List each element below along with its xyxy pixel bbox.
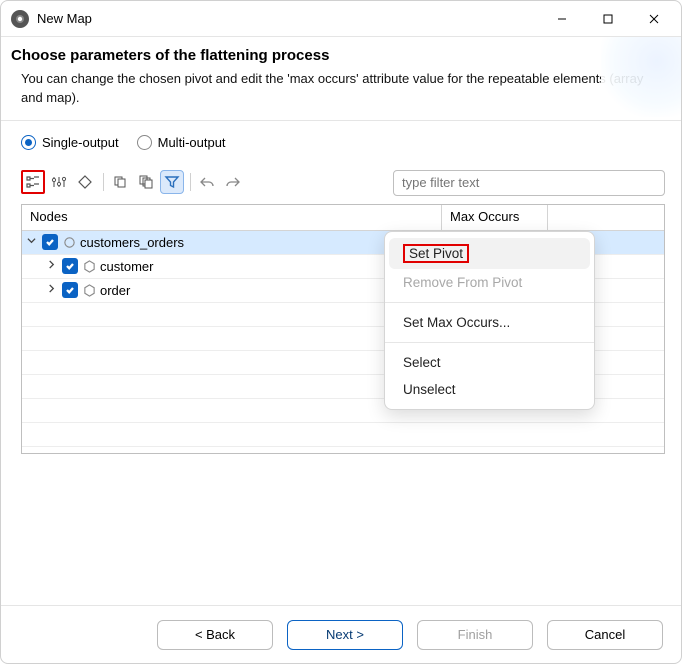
minimize-button[interactable] [539, 1, 585, 37]
multi-output-radio[interactable]: Multi-output [137, 135, 226, 150]
window-title: New Map [37, 11, 539, 26]
node-label: customer [100, 259, 153, 274]
menu-item-label: Unselect [403, 382, 456, 397]
hexagon-icon [82, 259, 96, 273]
titlebar: New Map [1, 1, 681, 37]
column-spacer [548, 205, 664, 230]
undo-icon[interactable] [195, 170, 219, 194]
back-button[interactable]: < Back [157, 620, 273, 650]
nodes-grid: Nodes Max Occurs customers_orders [21, 204, 665, 454]
page-title: Choose parameters of the flattening proc… [11, 47, 665, 64]
tree-view-icon[interactable] [21, 170, 45, 194]
copy-stack-icon[interactable] [134, 170, 158, 194]
next-button[interactable]: Next > [287, 620, 403, 650]
menu-item-label: Set Max Occurs... [403, 315, 510, 330]
toolbar-separator [103, 173, 104, 191]
radio-off-icon [137, 135, 152, 150]
wizard-header: Choose parameters of the flattening proc… [1, 37, 681, 121]
grid-header: Nodes Max Occurs [22, 205, 664, 231]
chevron-right-icon[interactable] [44, 284, 58, 296]
page-description: You can change the chosen pivot and edit… [11, 70, 665, 108]
diamond-icon[interactable] [73, 170, 97, 194]
output-mode-group: Single-output Multi-output [21, 135, 665, 150]
maximize-button[interactable] [585, 1, 631, 37]
cancel-button[interactable]: Cancel [547, 620, 663, 650]
context-menu: Set Pivot Remove From Pivot Set Max Occu… [384, 231, 595, 410]
wizard-body: Single-output Multi-output [1, 121, 681, 454]
context-set-pivot[interactable]: Set Pivot [389, 238, 590, 269]
toolbar-separator [190, 173, 191, 191]
context-select[interactable]: Select [385, 349, 594, 376]
multi-output-label: Multi-output [158, 135, 226, 150]
toolbar-row [21, 168, 665, 198]
sliders-icon[interactable] [47, 170, 71, 194]
filter-box [393, 170, 665, 196]
menu-item-label: Select [403, 355, 441, 370]
close-button[interactable] [631, 1, 677, 37]
menu-separator [385, 302, 594, 303]
radio-on-icon [21, 135, 36, 150]
menu-item-label: Set Pivot [403, 244, 469, 263]
table-row [22, 423, 664, 447]
toolbar [21, 168, 247, 198]
menu-item-label: Remove From Pivot [403, 275, 522, 290]
context-remove-pivot: Remove From Pivot [385, 269, 594, 296]
copy-icon[interactable] [108, 170, 132, 194]
circle-icon [62, 235, 76, 249]
header-emblem [601, 37, 681, 117]
app-icon [11, 10, 29, 28]
checkbox-checked-icon[interactable] [42, 234, 58, 250]
node-label: order [100, 283, 130, 298]
finish-button: Finish [417, 620, 533, 650]
node-label: customers_orders [80, 235, 184, 250]
column-nodes[interactable]: Nodes [22, 205, 442, 230]
chevron-right-icon[interactable] [44, 260, 58, 272]
context-unselect[interactable]: Unselect [385, 376, 594, 403]
chevron-down-icon[interactable] [24, 236, 38, 248]
wizard-footer: < Back Next > Finish Cancel [1, 605, 681, 663]
single-output-radio[interactable]: Single-output [21, 135, 119, 150]
checkbox-checked-icon[interactable] [62, 282, 78, 298]
menu-separator [385, 342, 594, 343]
hexagon-icon [82, 283, 96, 297]
column-max-occurs[interactable]: Max Occurs [442, 205, 548, 230]
filter-icon[interactable] [160, 170, 184, 194]
redo-icon[interactable] [221, 170, 245, 194]
context-set-max-occurs[interactable]: Set Max Occurs... [385, 309, 594, 336]
checkbox-checked-icon[interactable] [62, 258, 78, 274]
single-output-label: Single-output [42, 135, 119, 150]
filter-input[interactable] [393, 170, 665, 196]
